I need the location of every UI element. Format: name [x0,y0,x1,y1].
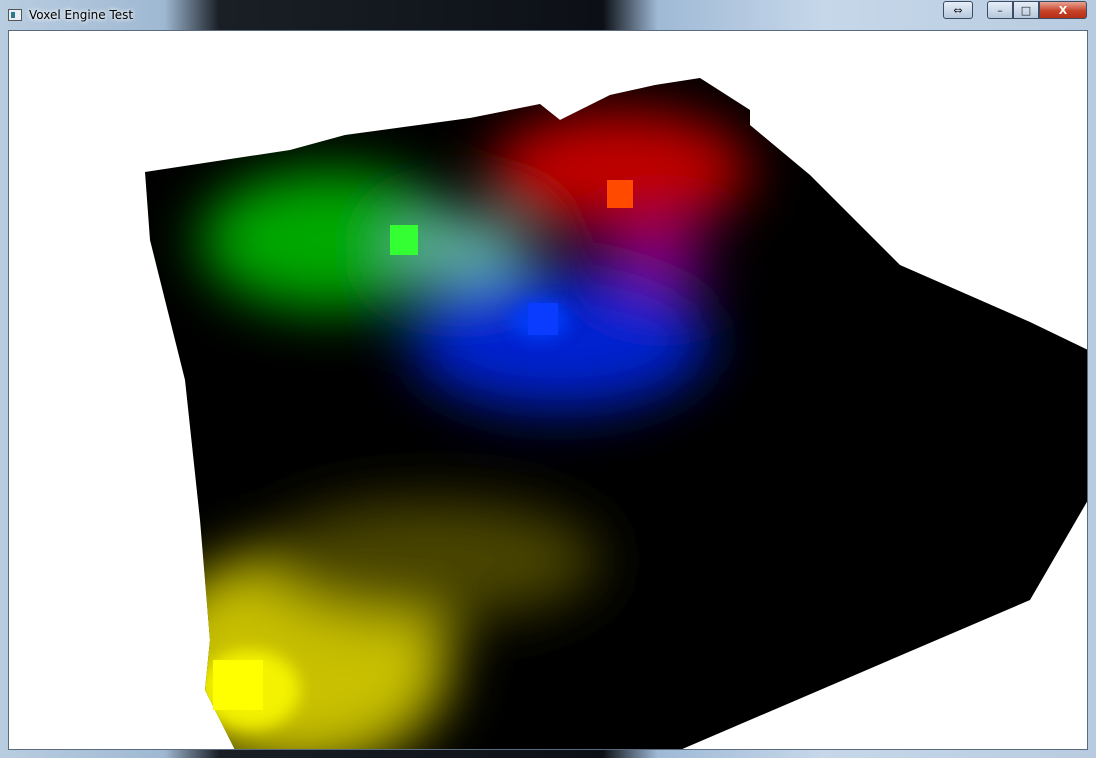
red-region [490,110,750,230]
snap-button[interactable]: ⇔ [943,1,973,19]
voxel-scene [145,78,1087,749]
bright-blue-voxel [528,303,558,335]
title-bar[interactable]: Voxel Engine Test ⇔ – □ X [0,0,1096,30]
bright-yellow-voxel [213,660,263,710]
close-button[interactable]: X [1039,1,1087,19]
voxel-viewport[interactable] [8,30,1088,750]
maximize-button[interactable]: □ [1013,1,1039,19]
bright-orange-voxel [607,180,633,208]
blue-region [410,270,710,410]
window-frame: Voxel Engine Test ⇔ – □ X [0,0,1096,758]
bright-green-voxel [390,225,418,255]
minimize-button[interactable]: – [987,1,1013,19]
app-icon [8,9,22,21]
window-title: Voxel Engine Test [29,8,134,22]
